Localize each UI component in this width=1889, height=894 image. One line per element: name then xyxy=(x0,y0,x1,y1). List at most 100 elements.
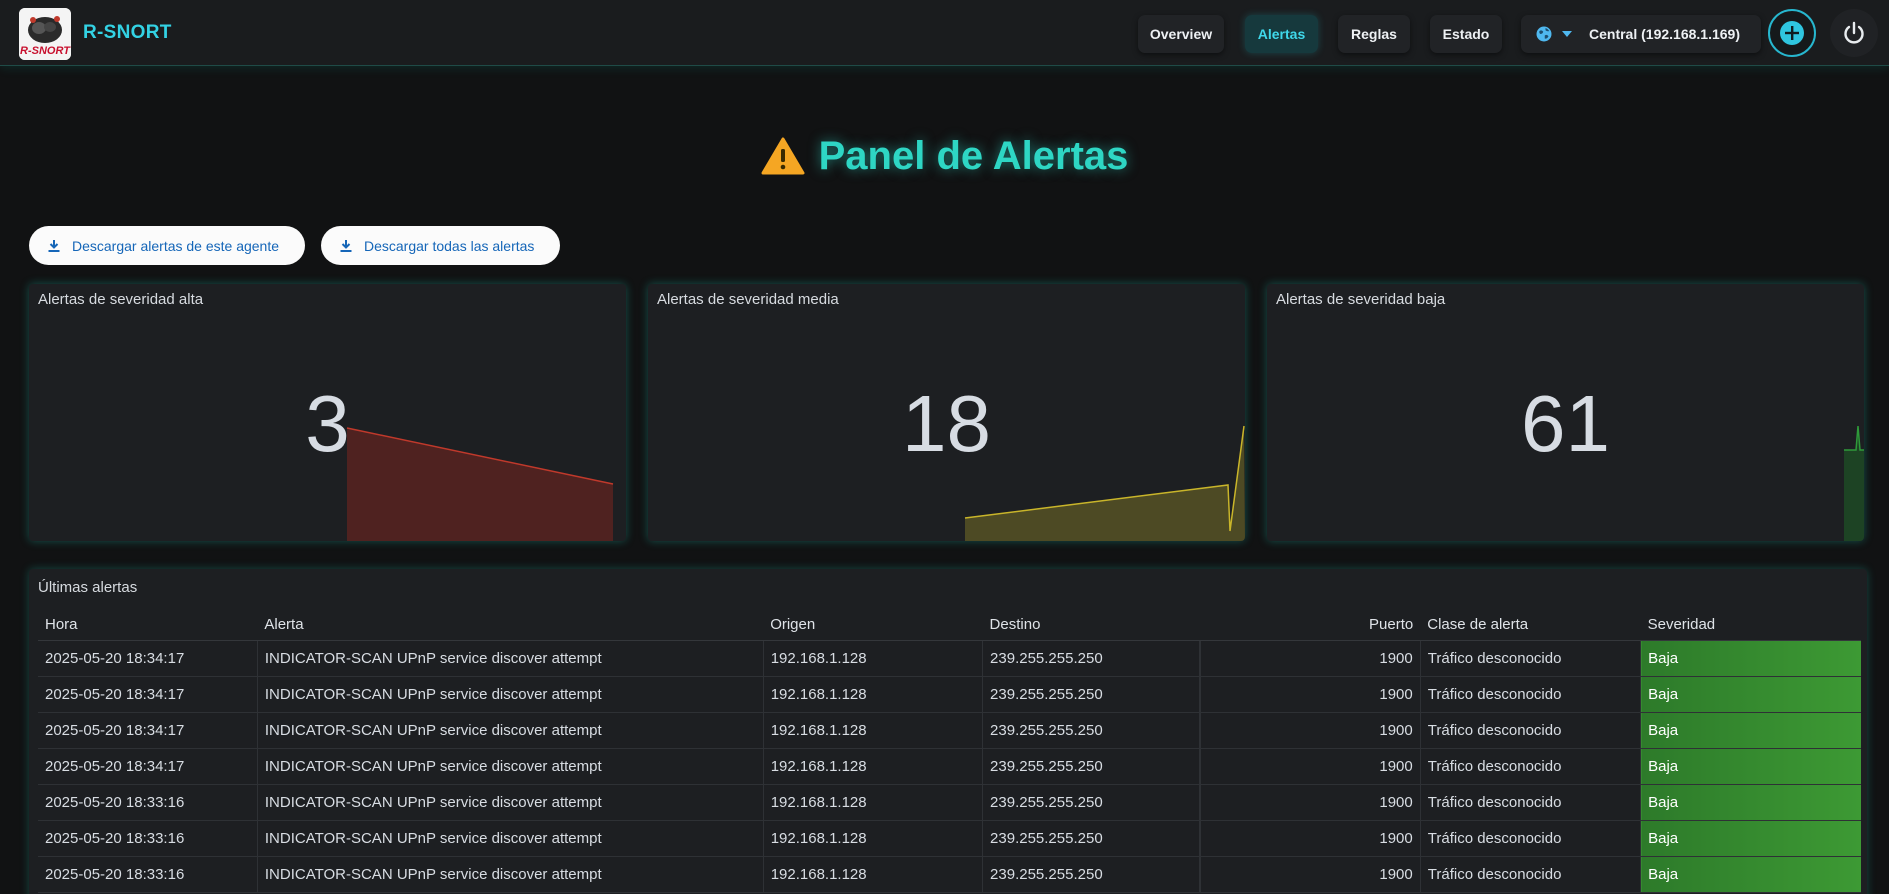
cell-alerta: INDICATOR-SCAN UPnP service discover att… xyxy=(257,856,764,893)
cell-clase: Tráfico desconocido xyxy=(1420,640,1642,677)
download-agent-alerts-label: Descargar alertas de este agente xyxy=(72,237,280,254)
stat-card-medium: Alertas de severidad media 18 xyxy=(648,284,1245,541)
table-row[interactable]: 2025-05-20 18:34:17 INDICATOR-SCAN UPnP s… xyxy=(38,748,1861,785)
table-row[interactable]: 2025-05-20 18:33:16 INDICATOR-SCAN UPnP s… xyxy=(38,856,1861,893)
stat-value-low: 61 xyxy=(1521,379,1610,468)
agent-label: Central (192.168.1.169) xyxy=(1589,26,1740,42)
cell-puerto: 1900 xyxy=(1200,820,1421,857)
cell-clase: Tráfico desconocido xyxy=(1420,712,1642,749)
cell-puerto: 1900 xyxy=(1200,784,1421,821)
table-row[interactable]: 2025-05-20 18:34:17 INDICATOR-SCAN UPnP s… xyxy=(38,712,1861,749)
cell-destino: 239.255.255.250 xyxy=(982,820,1201,857)
page-title-row: Panel de Alertas xyxy=(0,128,1889,184)
cell-clase: Tráfico desconocido xyxy=(1420,676,1642,713)
alerts-table: Hora Alerta Origen Destino Puerto Clase … xyxy=(38,610,1861,893)
cell-severidad: Baja xyxy=(1640,748,1861,785)
download-all-alerts-button[interactable]: Descargar todas las alertas xyxy=(321,226,560,265)
cell-origen: 192.168.1.128 xyxy=(763,820,984,857)
add-agent-button[interactable] xyxy=(1768,9,1816,57)
top-header: R-SNORT R-SNORT Overview Alertas Reglas … xyxy=(0,0,1889,66)
stat-value-high: 3 xyxy=(305,379,350,468)
cell-puerto: 1900 xyxy=(1200,676,1421,713)
chevron-down-icon xyxy=(1562,31,1572,37)
nav-alertas[interactable]: Alertas xyxy=(1245,15,1318,53)
cell-destino: 239.255.255.250 xyxy=(982,856,1201,893)
globe-icon xyxy=(1536,26,1552,42)
nav-reglas[interactable]: Reglas xyxy=(1338,15,1410,53)
download-icon xyxy=(48,239,60,252)
stat-title-medium: Alertas de severidad media xyxy=(657,291,839,308)
latest-alerts-title: Últimas alertas xyxy=(38,579,138,596)
cell-puerto: 1900 xyxy=(1200,856,1421,893)
stat-card-high: Alertas de severidad alta 3 xyxy=(29,284,626,541)
cell-alerta: INDICATOR-SCAN UPnP service discover att… xyxy=(257,748,764,785)
cell-origen: 192.168.1.128 xyxy=(763,676,984,713)
cell-clase: Tráfico desconocido xyxy=(1420,820,1642,857)
cell-severidad: Baja xyxy=(1640,784,1861,821)
cell-hora: 2025-05-20 18:33:16 xyxy=(38,856,258,893)
cell-destino: 239.255.255.250 xyxy=(982,748,1201,785)
nav-estado[interactable]: Estado xyxy=(1430,15,1502,53)
download-agent-alerts-button[interactable]: Descargar alertas de este agente xyxy=(29,226,305,265)
cell-destino: 239.255.255.250 xyxy=(982,640,1201,677)
cell-clase: Tráfico desconocido xyxy=(1420,748,1642,785)
table-row[interactable]: 2025-05-20 18:33:16 INDICATOR-SCAN UPnP s… xyxy=(38,820,1861,857)
cell-hora: 2025-05-20 18:34:17 xyxy=(38,676,258,713)
cell-severidad: Baja xyxy=(1640,640,1861,677)
warning-icon xyxy=(761,137,805,175)
col-alerta[interactable]: Alerta xyxy=(257,610,764,641)
cell-hora: 2025-05-20 18:34:17 xyxy=(38,748,258,785)
table-header-row: Hora Alerta Origen Destino Puerto Clase … xyxy=(38,610,1861,641)
logo-image: R-SNORT xyxy=(19,8,71,60)
download-icon xyxy=(340,239,352,252)
svg-text:R-SNORT: R-SNORT xyxy=(20,45,71,57)
cell-clase: Tráfico desconocido xyxy=(1420,784,1642,821)
stat-card-low: Alertas de severidad baja 61 xyxy=(1267,284,1864,541)
download-all-alerts-label: Descargar todas las alertas xyxy=(364,237,535,254)
cell-destino: 239.255.255.250 xyxy=(982,712,1201,749)
nav-overview[interactable]: Overview xyxy=(1138,15,1224,53)
cell-puerto: 1900 xyxy=(1200,748,1421,785)
col-severidad[interactable]: Severidad xyxy=(1640,610,1861,641)
cell-alerta: INDICATOR-SCAN UPnP service discover att… xyxy=(257,640,764,677)
cell-hora: 2025-05-20 18:33:16 xyxy=(38,784,258,821)
cell-alerta: INDICATOR-SCAN UPnP service discover att… xyxy=(257,820,764,857)
cell-origen: 192.168.1.128 xyxy=(763,784,984,821)
agent-selector[interactable]: Central (192.168.1.169) xyxy=(1521,15,1761,53)
cell-origen: 192.168.1.128 xyxy=(763,712,984,749)
add-circle-icon xyxy=(1780,21,1804,45)
cell-origen: 192.168.1.128 xyxy=(763,640,984,677)
cell-severidad: Baja xyxy=(1640,856,1861,893)
brand-name[interactable]: R-SNORT xyxy=(83,22,172,44)
cell-severidad: Baja xyxy=(1640,676,1861,713)
cell-origen: 192.168.1.128 xyxy=(763,748,984,785)
cell-destino: 239.255.255.250 xyxy=(982,784,1201,821)
cell-origen: 192.168.1.128 xyxy=(763,856,984,893)
cell-clase: Tráfico desconocido xyxy=(1420,856,1642,893)
stat-title-low: Alertas de severidad baja xyxy=(1276,291,1446,308)
page-title: Panel de Alertas xyxy=(818,133,1129,178)
col-clase[interactable]: Clase de alerta xyxy=(1420,610,1641,641)
cell-hora: 2025-05-20 18:34:17 xyxy=(38,640,258,677)
stat-value-medium: 18 xyxy=(902,379,991,468)
cell-severidad: Baja xyxy=(1640,820,1861,857)
r-snort-logo[interactable]: R-SNORT xyxy=(19,8,71,60)
cell-puerto: 1900 xyxy=(1200,640,1421,677)
cell-alerta: INDICATOR-SCAN UPnP service discover att… xyxy=(257,784,764,821)
cell-alerta: INDICATOR-SCAN UPnP service discover att… xyxy=(257,676,764,713)
col-origen[interactable]: Origen xyxy=(763,610,983,641)
table-row[interactable]: 2025-05-20 18:34:17 INDICATOR-SCAN UPnP s… xyxy=(38,640,1861,677)
col-puerto[interactable]: Puerto xyxy=(1200,610,1421,641)
stat-title-high: Alertas de severidad alta xyxy=(38,291,204,308)
table-row[interactable]: 2025-05-20 18:33:16 INDICATOR-SCAN UPnP s… xyxy=(38,784,1861,821)
cell-hora: 2025-05-20 18:33:16 xyxy=(38,820,258,857)
col-hora[interactable]: Hora xyxy=(38,610,258,641)
latest-alerts-panel: Últimas alertas Hora Alerta Origen Desti… xyxy=(29,569,1867,894)
power-icon xyxy=(1844,21,1864,44)
cell-destino: 239.255.255.250 xyxy=(982,676,1201,713)
logout-button[interactable] xyxy=(1830,9,1878,57)
col-destino[interactable]: Destino xyxy=(982,610,1200,641)
cell-puerto: 1900 xyxy=(1200,712,1421,749)
cell-alerta: INDICATOR-SCAN UPnP service discover att… xyxy=(257,712,764,749)
table-row[interactable]: 2025-05-20 18:34:17 INDICATOR-SCAN UPnP s… xyxy=(38,676,1861,713)
